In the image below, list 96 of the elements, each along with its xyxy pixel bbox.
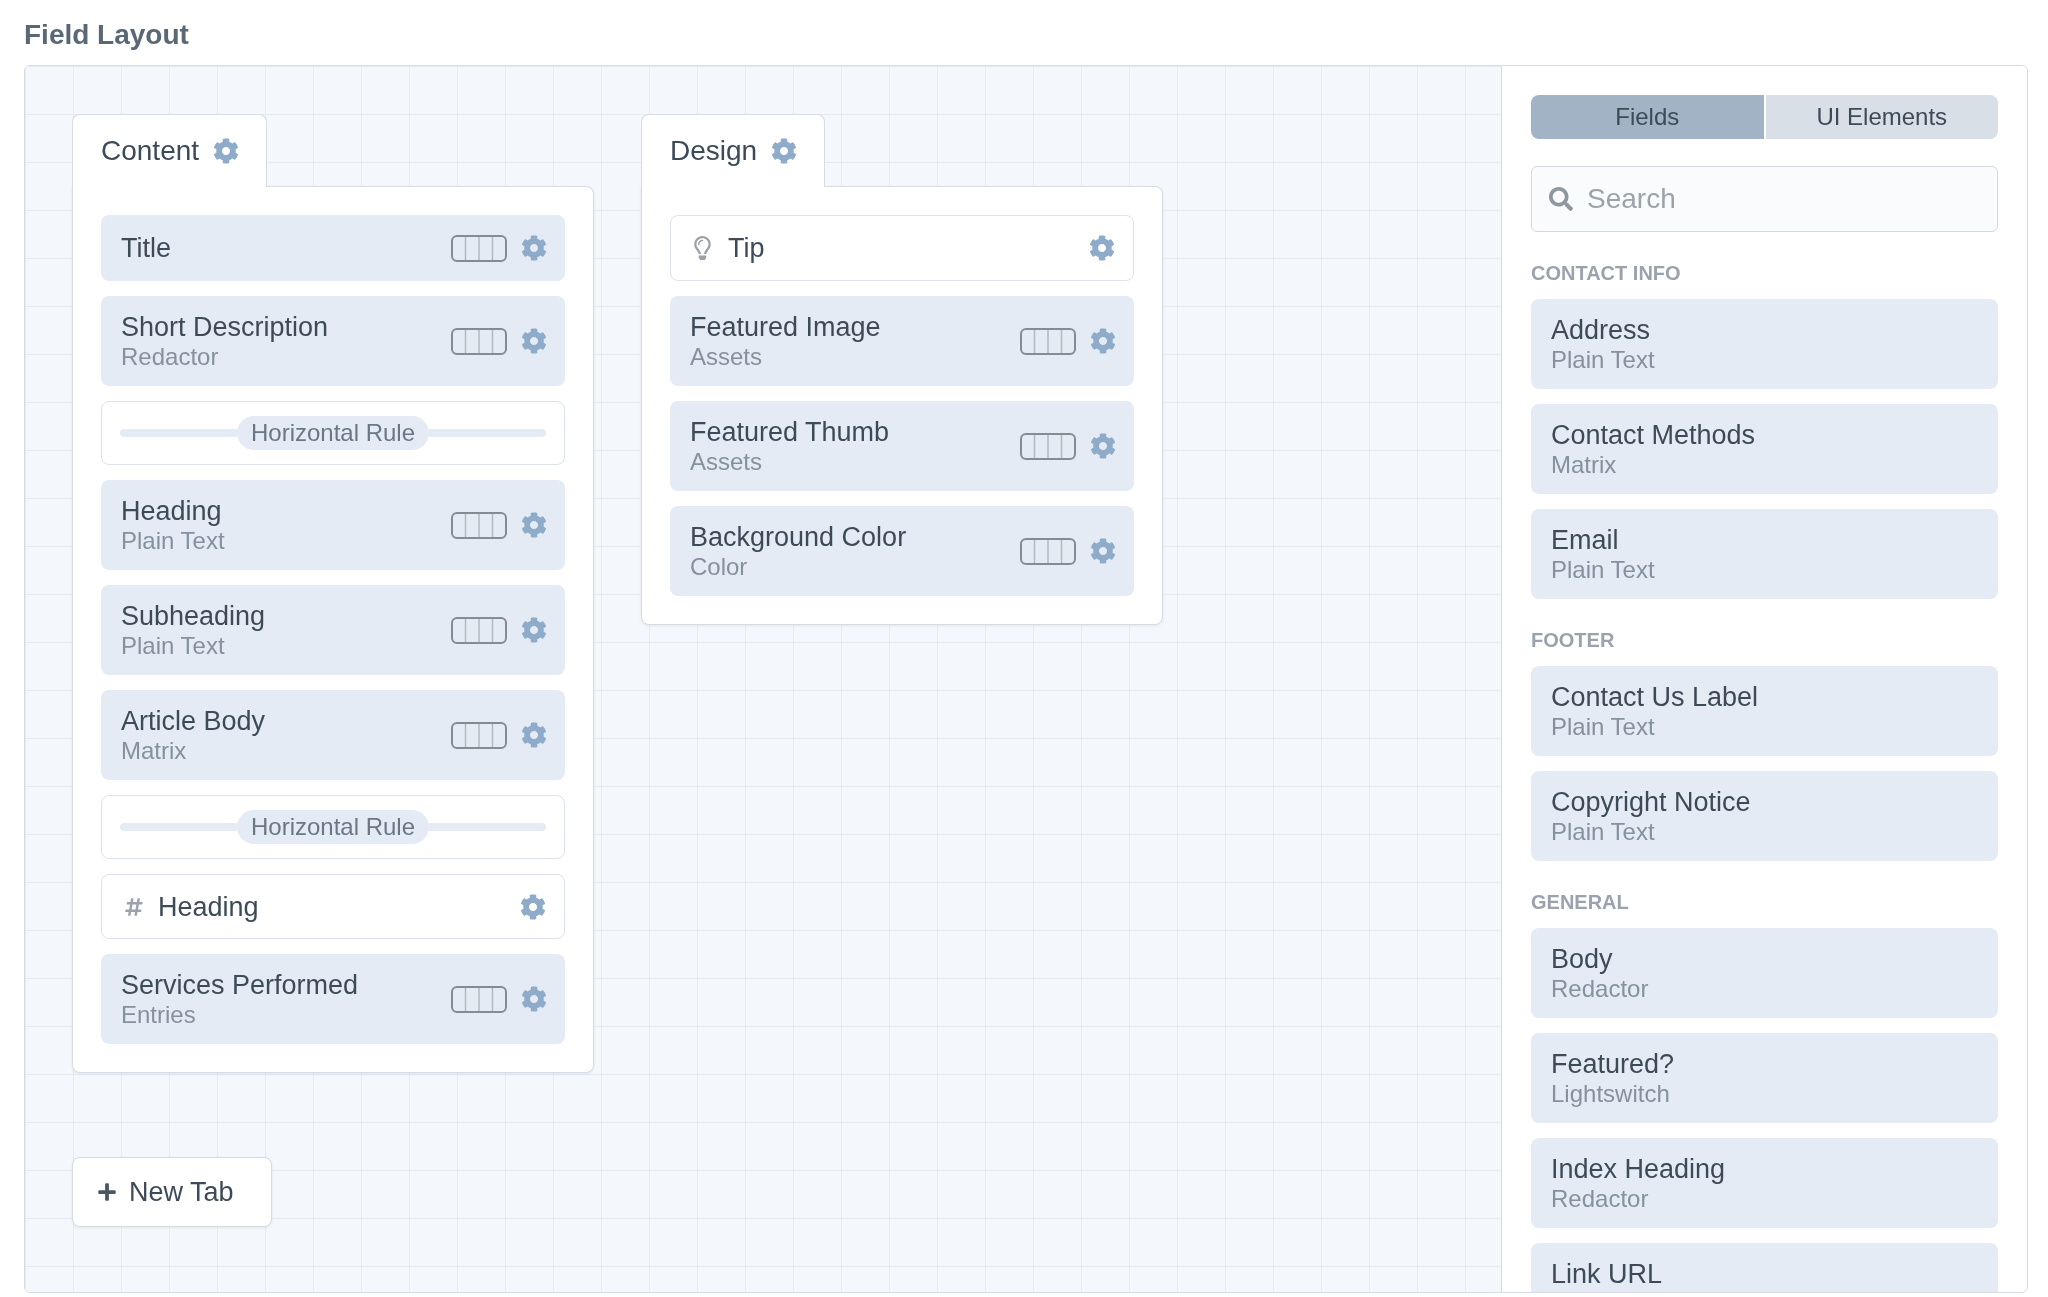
field-name: Featured?	[1551, 1048, 1675, 1080]
section-heading: CONTACT INFO	[1531, 261, 1681, 286]
field-item[interactable]: Body Redactor	[1531, 928, 1998, 1018]
field-type: Redactor	[1551, 975, 1649, 1003]
field-item[interactable]: Subheading Plain Text	[101, 585, 565, 675]
columns-icon	[1020, 432, 1076, 460]
rule-element[interactable]: Horizontal Rule	[101, 401, 565, 465]
tip-label: Tip	[728, 232, 765, 264]
field-name: Contact Methods	[1551, 419, 1756, 451]
rule-element[interactable]: Horizontal Rule	[101, 795, 565, 859]
field-name: Heading	[121, 495, 222, 527]
tip-element[interactable]: Tip	[670, 215, 1134, 281]
field-item[interactable]: Contact Methods Matrix	[1531, 404, 1998, 494]
field-name: Link URL	[1551, 1258, 1663, 1290]
settings-icon[interactable]	[1090, 433, 1116, 459]
layout-tab[interactable]: Design	[641, 114, 826, 187]
columns-icon	[451, 234, 507, 262]
settings-icon[interactable]	[1090, 328, 1116, 354]
field-name: Services Performed	[121, 969, 359, 1001]
field-type: Plain Text	[1551, 713, 1655, 741]
page-heading: Field Layout	[24, 18, 189, 52]
columns-icon	[1020, 537, 1076, 565]
settings-icon[interactable]	[521, 617, 547, 643]
columns-icon	[451, 327, 507, 355]
field-item[interactable]: Featured? Lightswitch	[1531, 1033, 1998, 1123]
settings-icon[interactable]	[771, 138, 798, 164]
field-name: Contact Us Label	[1551, 681, 1759, 713]
field-type: Plain Text	[1551, 556, 1655, 584]
field-item[interactable]: Background Color Color	[670, 506, 1134, 596]
field-item[interactable]: Featured Image Assets	[670, 296, 1134, 386]
rule-label: Horizontal Rule	[236, 416, 430, 450]
section-heading: GENERAL	[1531, 890, 1629, 915]
field-type: Redactor	[121, 343, 219, 371]
field-item[interactable]: Link URL	[1531, 1243, 1998, 1292]
settings-icon[interactable]	[521, 986, 547, 1012]
field-type: Assets	[690, 448, 763, 476]
columns-icon	[451, 721, 507, 749]
heading-element[interactable]: Heading	[101, 874, 565, 939]
sidebar-tab[interactable]: Fields	[1531, 95, 1764, 139]
layout-tab[interactable]: Content	[72, 114, 268, 187]
field-type: Matrix	[1551, 451, 1617, 479]
plus-icon	[97, 1182, 117, 1202]
field-item[interactable]: Copyright Notice Plain Text	[1531, 771, 1998, 861]
field-item[interactable]: Address Plain Text	[1531, 299, 1998, 389]
field-item[interactable]: Short Description Redactor	[101, 296, 565, 386]
field-type: Entries	[121, 1001, 196, 1029]
search-field[interactable]: Search	[1531, 166, 1998, 232]
columns-icon	[1020, 327, 1076, 355]
field-type: Plain Text	[121, 527, 225, 555]
settings-icon[interactable]	[521, 722, 547, 748]
field-name: Short Description	[121, 311, 329, 343]
field-type: Redactor	[1551, 1185, 1649, 1213]
field-type: Plain Text	[1551, 818, 1655, 846]
search-icon	[1549, 187, 1573, 211]
rule-label: Horizontal Rule	[236, 810, 430, 844]
field-type: Assets	[690, 343, 763, 371]
field-name: Address	[1551, 314, 1651, 346]
field-item[interactable]: Article Body Matrix	[101, 690, 565, 780]
field-name: Email	[1551, 524, 1619, 556]
field-item[interactable]: Index Heading Redactor	[1531, 1138, 1998, 1228]
field-name: Article Body	[121, 705, 266, 737]
new-tab-button[interactable]: New Tab	[72, 1157, 272, 1227]
field-item[interactable]: Heading Plain Text	[101, 480, 565, 570]
columns-icon	[451, 511, 507, 539]
columns-icon	[451, 616, 507, 644]
field-type: Plain Text	[1551, 346, 1655, 374]
field-name: Body	[1551, 943, 1613, 975]
field-item[interactable]: Featured Thumb Assets	[670, 401, 1134, 491]
field-name: Title	[121, 232, 171, 264]
lightbulb-icon	[694, 236, 711, 260]
settings-icon[interactable]	[521, 512, 547, 538]
field-type: Color	[690, 553, 748, 581]
sidebar-tab[interactable]: UI Elements	[1765, 95, 1998, 139]
field-item[interactable]: Services Performed Entries	[101, 954, 565, 1044]
hash-icon	[125, 896, 143, 917]
settings-icon[interactable]	[1090, 538, 1116, 564]
settings-icon[interactable]	[520, 893, 546, 920]
field-type: Lightswitch	[1551, 1080, 1670, 1108]
field-item[interactable]: Contact Us Label Plain Text	[1531, 666, 1998, 756]
field-name: Index Heading	[1551, 1153, 1726, 1185]
field-item[interactable]: Title	[101, 215, 565, 281]
section-heading: FOOTER	[1531, 628, 1615, 653]
field-type: Plain Text	[121, 632, 225, 660]
field-item[interactable]: Email Plain Text	[1531, 509, 1998, 599]
field-name: Subheading	[121, 600, 266, 632]
heading-label: Heading	[158, 890, 259, 923]
settings-icon[interactable]	[1089, 235, 1115, 261]
settings-icon[interactable]	[521, 328, 547, 354]
settings-icon[interactable]	[521, 235, 547, 261]
columns-icon	[451, 985, 507, 1013]
field-name: Copyright Notice	[1551, 786, 1751, 818]
field-name: Featured Thumb	[690, 416, 890, 448]
field-type: Matrix	[121, 737, 187, 765]
field-name: Featured Image	[690, 311, 881, 343]
field-name: Background Color	[690, 521, 907, 553]
settings-icon[interactable]	[213, 138, 240, 164]
